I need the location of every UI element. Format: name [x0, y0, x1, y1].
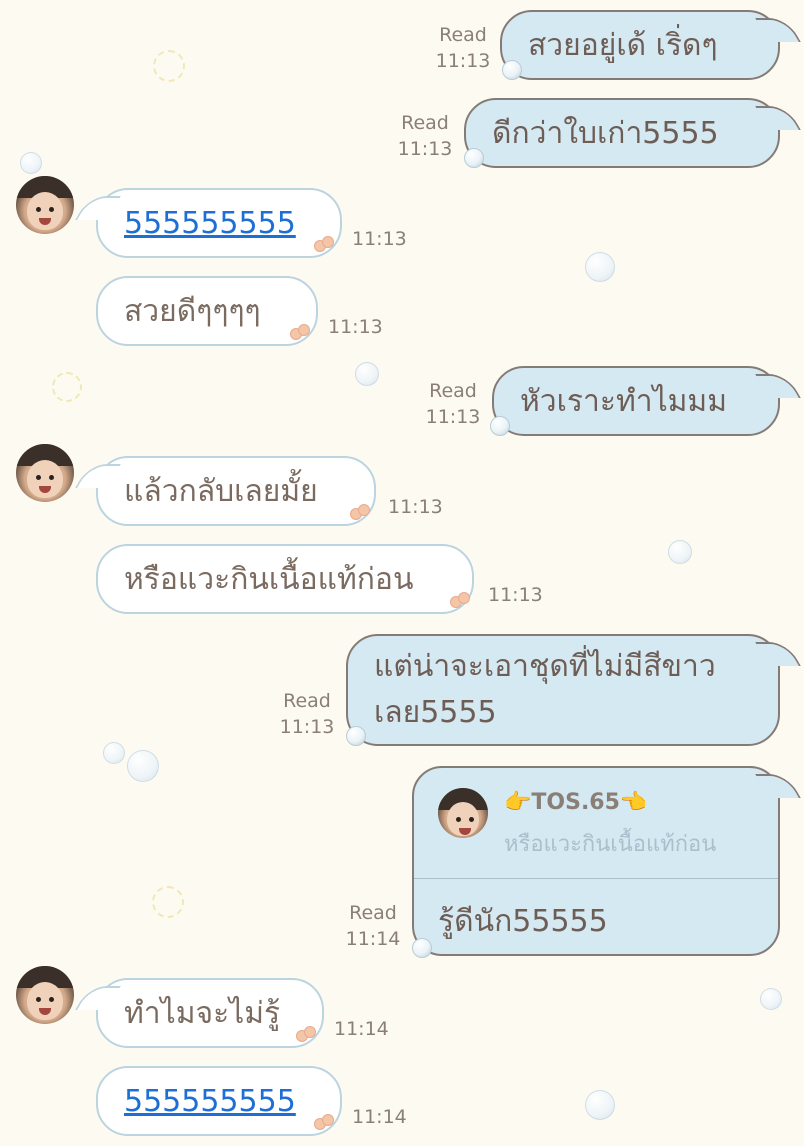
- message-text: ทำไมจะไม่รู้: [124, 995, 281, 1031]
- message-bubble-incoming[interactable]: ทำไมจะไม่รู้: [75, 978, 324, 1048]
- contact-avatar[interactable]: [16, 444, 74, 502]
- quoted-avatar: [438, 788, 488, 838]
- decor-bubble: [355, 362, 379, 386]
- message-time: 11:13: [352, 228, 407, 250]
- message-bubble-incoming[interactable]: หรือแวะกินเนื้อแท้ก่อน: [96, 544, 474, 614]
- message-time: 11:13: [488, 584, 543, 606]
- message-bubble-outgoing[interactable]: สวยอยู่เด้ เริ่ดๆ: [500, 10, 801, 80]
- bubble-pearl-decor: [464, 148, 484, 168]
- read-receipt: Read 11:13: [397, 112, 453, 160]
- decor-bubble: [20, 152, 42, 174]
- bubble-flower-decor: [350, 504, 370, 520]
- message-time: 11:14: [352, 1106, 407, 1128]
- decor-circle: [153, 50, 185, 82]
- bubble-flower-decor: [290, 324, 310, 340]
- message-bubble-incoming[interactable]: 555555555: [75, 188, 342, 258]
- bubble-flower-decor: [314, 1114, 334, 1130]
- decor-bubble: [127, 750, 159, 782]
- message-text: สวยดีๆๆๆๆ: [124, 293, 261, 329]
- bubble-pearl-decor: [346, 726, 366, 746]
- message-text: แล้วกลับเลยมั้ย: [124, 473, 318, 509]
- read-receipt: Read 11:14: [345, 902, 401, 950]
- message-text: รู้ดีนัก55555: [438, 904, 608, 939]
- bubble-pearl-decor: [412, 938, 432, 958]
- message-time: 11:13: [328, 316, 383, 338]
- reply-divider: [414, 878, 778, 879]
- message-text: หัวเราะทำไมมม: [520, 383, 727, 419]
- bubble-pearl-decor: [490, 416, 510, 436]
- message-time: 11:14: [334, 1018, 389, 1040]
- decor-bubble: [585, 1090, 615, 1120]
- message-time: 11:13: [388, 496, 443, 518]
- decor-circle: [52, 372, 82, 402]
- message-text: หรือแวะกินเนื้อแท้ก่อน: [124, 561, 414, 597]
- message-text: ดีกว่าใบเก่า5555: [492, 115, 719, 151]
- message-text-line: เลย5555: [374, 695, 497, 730]
- bubble-pearl-decor: [502, 60, 522, 80]
- contact-avatar[interactable]: [16, 966, 74, 1024]
- bubble-flower-decor: [314, 236, 334, 252]
- message-bubble-outgoing[interactable]: ดีกว่าใบเก่า5555: [464, 98, 801, 168]
- message-text-line: แต่น่าจะเอาชุดที่ไม่มีสีขาว: [374, 649, 716, 684]
- message-bubble-incoming[interactable]: แล้วกลับเลยมั้ย: [75, 456, 376, 526]
- read-receipt: Read 11:13: [279, 690, 335, 738]
- quoted-sender-name: 👉TOS.65👈: [504, 790, 648, 815]
- read-receipt: Read 11:13: [435, 24, 491, 72]
- message-link[interactable]: 555555555: [124, 1084, 296, 1119]
- message-bubble-outgoing[interactable]: หัวเราะทำไมมม: [492, 366, 801, 436]
- message-bubble-incoming[interactable]: สวยดีๆๆๆๆ: [96, 276, 318, 346]
- message-text: สวยอยู่เด้ เริ่ดๆ: [528, 27, 718, 63]
- decor-bubble: [668, 540, 692, 564]
- reply-message-bubble[interactable]: 👉TOS.65👈 หรือแวะกินเนื้อแท้ก่อน รู้ดีนัก…: [412, 766, 801, 956]
- message-bubble-outgoing[interactable]: แต่น่าจะเอาชุดที่ไม่มีสีขาว เลย5555: [346, 634, 801, 746]
- decor-bubble: [103, 742, 125, 764]
- bubble-flower-decor: [296, 1026, 316, 1042]
- read-receipt: Read 11:13: [425, 380, 481, 428]
- message-bubble-incoming[interactable]: 555555555: [96, 1066, 342, 1136]
- contact-avatar[interactable]: [16, 176, 74, 234]
- message-link[interactable]: 555555555: [124, 206, 296, 241]
- bubble-flower-decor: [450, 592, 470, 608]
- decor-bubble: [585, 252, 615, 282]
- quoted-message-text[interactable]: หรือแวะกินเนื้อแท้ก่อน: [504, 826, 716, 861]
- decor-circle: [152, 886, 184, 918]
- decor-bubble: [760, 988, 782, 1010]
